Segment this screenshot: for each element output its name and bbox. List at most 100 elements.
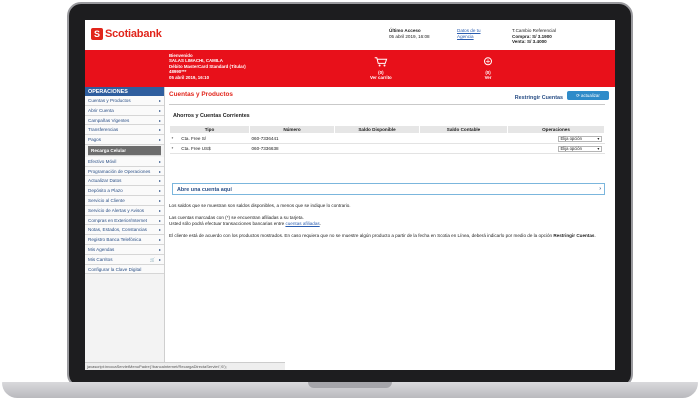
sidebar-item-clave-digital[interactable]: Configurar la Clave Digital (85, 264, 164, 275)
sidebar-item-label: Registro Banca Telefónica (88, 237, 142, 243)
sidebar-item-banca-telefonica[interactable]: Registro Banca Telefónica ▸ (85, 235, 164, 245)
sidebar-item-label: Servicio de Alertas y Avisos (88, 207, 145, 213)
sidebar-item-transferencias[interactable]: Transferencias ▸ (85, 125, 164, 136)
logo-mark-icon: S (91, 28, 103, 40)
sidebar-item-notas[interactable]: Notas, Estados, Constancias ▸ (85, 225, 164, 236)
col-tipo: Tipo (169, 125, 250, 134)
laptop-notch (308, 382, 392, 388)
sidebar-item-label: Pagos (88, 137, 102, 143)
open-account-link[interactable]: Abre una cuenta aquí › (172, 183, 605, 195)
chevron-right-icon: ▸ (158, 217, 161, 223)
main-content: Cuentas y Productos Restringir Cuentas ⟳… (169, 87, 611, 370)
operations-select[interactable]: Elija opción ▾ (557, 135, 602, 142)
points-label: Ver (484, 75, 492, 80)
sidebar-item-label: Configurar la Clave Digital (88, 266, 142, 272)
col-numero: Número (249, 125, 335, 134)
affiliated-accounts-link[interactable]: cuentas afiliadas (285, 221, 319, 226)
note-balances: Los saldos que se muestran son saldos di… (169, 203, 351, 208)
chevron-down-icon: ▾ (597, 136, 600, 141)
chevron-right-icon: ▸ (158, 256, 161, 262)
period: . (319, 220, 321, 226)
chevron-right-icon: ▸ (158, 158, 161, 164)
note-affiliated-line2: Usted sólo podrá efectuar transacciones … (169, 220, 285, 226)
sidebar-item-label: Compras en Exterior/Internet (88, 217, 147, 223)
sidebar-item-label: Transferencias (88, 127, 119, 133)
sidebar-item-compras-exterior[interactable]: Compras en Exterior/Internet ▸ (85, 215, 164, 226)
sidebar-item-programacion[interactable]: Programación de Operaciones ▸ (85, 166, 164, 177)
sidebar-item-actualizar-datos[interactable]: Actualizar Datos ▸ (85, 176, 164, 187)
chevron-right-icon: ▸ (158, 237, 161, 243)
sidebar-item-label: Notas, Estados, Constancias (88, 227, 147, 233)
chevron-right-icon: › (599, 186, 601, 192)
restrict-accounts-link[interactable]: Restringir Cuentas (515, 95, 563, 101)
sidebar-item-label: Actualizar Datos (88, 178, 122, 184)
browser-screen: S Scotiabank Último Acceso 05 abril 2019… (85, 20, 615, 370)
agency-link-line2[interactable]: Agencia (457, 34, 481, 40)
sidebar-item-deposito-plazo[interactable]: Depósito a Plazo ▸ (85, 186, 164, 196)
last-access: Último Acceso 05 abril 2019, 16:08 (389, 28, 430, 39)
sidebar-item-efectivo-movil[interactable]: Efectivo Móvil ▸ (85, 156, 164, 167)
chevron-right-icon: ▸ (158, 246, 161, 252)
fx-buy: Compra: S/ 3.1900 (512, 33, 552, 39)
affiliated-mark: * (171, 136, 174, 141)
chevron-right-icon: ▸ (158, 207, 161, 213)
operations-cell: Elija opción ▾ (507, 143, 605, 154)
book-balance (419, 133, 508, 144)
sidebar-item-label: Depósito a Plazo (88, 188, 123, 194)
scotiabank-logo[interactable]: S Scotiabank (91, 28, 162, 40)
note-agreement-text: El cliente está de acuerdo con los produ… (169, 233, 553, 238)
sidebar-item-label: Cuentas y Productos (88, 98, 131, 103)
available-balance (334, 143, 420, 154)
accounts-table: Tipo Número Saldo Disponible Saldo Conta… (169, 125, 605, 154)
operations-select-value: Elija opción (560, 146, 582, 151)
last-access-value: 05 abril 2019, 16:08 (389, 33, 430, 39)
operations-select-value: Elija opción (560, 136, 582, 141)
divider (169, 104, 605, 105)
sidebar-item-label: Servicio al Cliente (88, 197, 125, 203)
table-header: Tipo Número Saldo Disponible Saldo Conta… (169, 125, 605, 134)
sidebar-item-campanas[interactable]: Campañas Vigentes ▸ (85, 115, 164, 126)
table-row: * Cta. Free US$ 060-7336638 Elija opción ▾ (169, 143, 605, 154)
chevron-right-icon: ▸ (158, 98, 161, 103)
affiliated-mark: * (171, 146, 174, 151)
col-saldo-disponible: Saldo Disponible (334, 125, 420, 134)
fx-sell: Venta: S/ 3.4000 (512, 39, 547, 45)
scotia-points-button[interactable]: (0) Ver (481, 56, 495, 80)
browser-status-bar: javascript:invocaServletMenuPadre('/banc… (85, 362, 285, 370)
cart-button[interactable]: (0) Ver carrito (370, 56, 392, 80)
book-balance (419, 143, 508, 154)
refresh-button[interactable]: ⟳ actualizar (567, 91, 609, 100)
agency-link[interactable]: Datos de tu Agencia (457, 28, 481, 39)
sidebar-item-carritos[interactable]: Mis Carritos 🛒 ▸ (85, 254, 164, 265)
sidebar-item-servicio-cliente[interactable]: Servicio al Cliente ▸ (85, 195, 164, 206)
account-number: 060-7336441 (249, 133, 335, 144)
operations-select[interactable]: Elija opción ▾ (557, 145, 602, 152)
account-type: * Cta. Free S/ (169, 133, 250, 144)
sidebar-item-abrir-cuenta[interactable]: Abrir Cuenta ▸ (85, 105, 164, 116)
scotia-points-icon (484, 57, 492, 66)
agency-link-line1[interactable]: Datos de tu (457, 28, 481, 34)
cart-icon (374, 57, 388, 67)
account-type-label: Cta. Free S/ (181, 136, 207, 141)
section-title: Ahorros y Cuentas Corrientes (173, 113, 250, 119)
sidebar-item-label: Efectivo Móvil (88, 158, 117, 164)
sidebar-item-label: Mis Agendas (88, 246, 115, 252)
sidebar-item-agendas[interactable]: Mis Agendas ▸ (85, 244, 164, 255)
chevron-right-icon: ▸ (158, 127, 161, 133)
sidebar-item-alertas[interactable]: Servicio de Alertas y Avisos ▸ (85, 205, 164, 216)
user-info: Bienvenido SALAS LIMACHI, CAMILA Débito … (169, 53, 246, 80)
sidebar-item-pagos[interactable]: Pagos ▸ (85, 135, 164, 145)
last-access-label: Último Acceso (389, 28, 421, 33)
sidebar-item-recarga-celular[interactable]: Recarga Celular (88, 145, 161, 156)
chevron-right-icon: ▸ (158, 137, 161, 143)
operations-cell: Elija opción ▾ (507, 133, 605, 144)
cart-small-icon: 🛒 (150, 256, 155, 262)
col-saldo-contable: Saldo Contable (419, 125, 508, 134)
sidebar-item-cuentas[interactable]: Cuentas y Productos ▸ (85, 96, 164, 106)
chevron-right-icon: ▸ (158, 107, 161, 113)
logo-text: Scotiabank (105, 28, 162, 40)
sidebar-item-label: Campañas Vigentes (88, 117, 130, 123)
session-datetime: 05 abril 2019, 16:10 (169, 74, 210, 80)
page-title: Cuentas y Productos (169, 91, 233, 98)
table-row: * Cta. Free S/ 060-7336441 Elija opción ▾ (169, 133, 605, 144)
